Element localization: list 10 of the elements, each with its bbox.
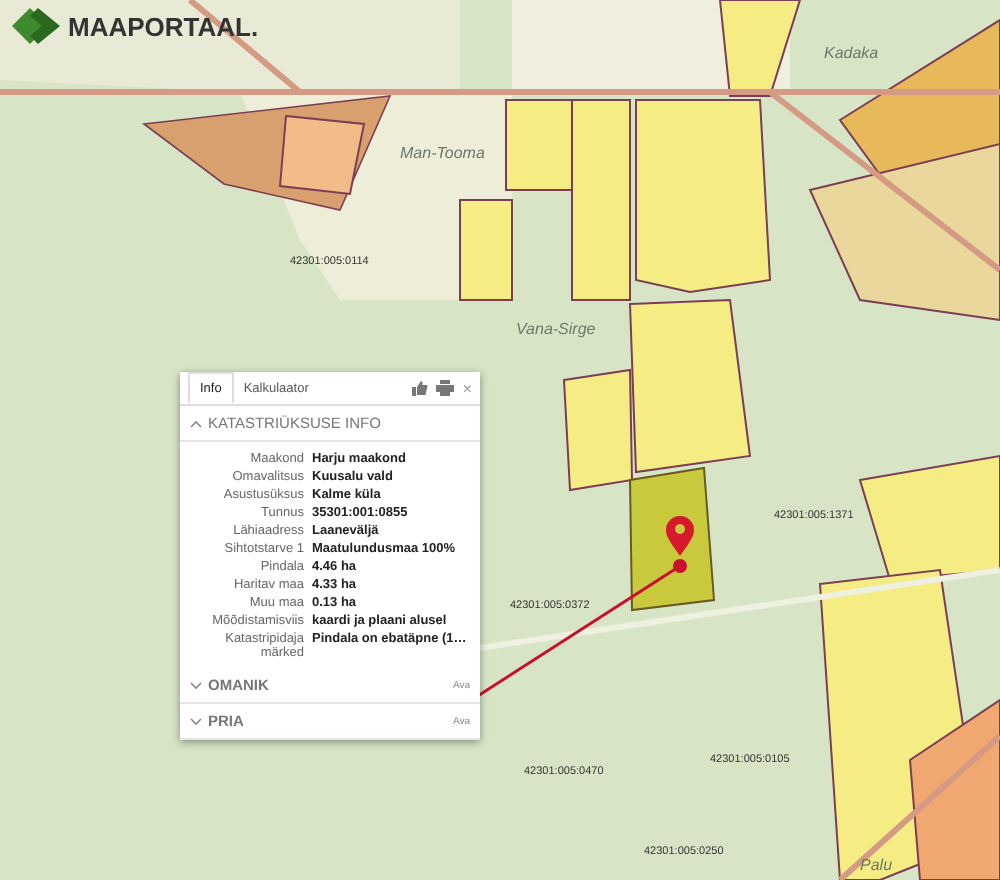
- place-name: Vana-Sirge: [516, 320, 596, 338]
- place-name: Palu: [860, 856, 893, 874]
- print-icon[interactable]: [436, 380, 455, 396]
- land-parcel: [459, 199, 513, 301]
- map-pin-icon: [666, 516, 694, 556]
- logo-icon: [12, 8, 60, 44]
- place-name: Kadaka: [824, 44, 879, 62]
- logo-text: MAAPORTAAL.: [68, 11, 259, 41]
- thumbs-up-icon[interactable]: [412, 380, 429, 396]
- place-name: Man-Tooma: [400, 144, 485, 162]
